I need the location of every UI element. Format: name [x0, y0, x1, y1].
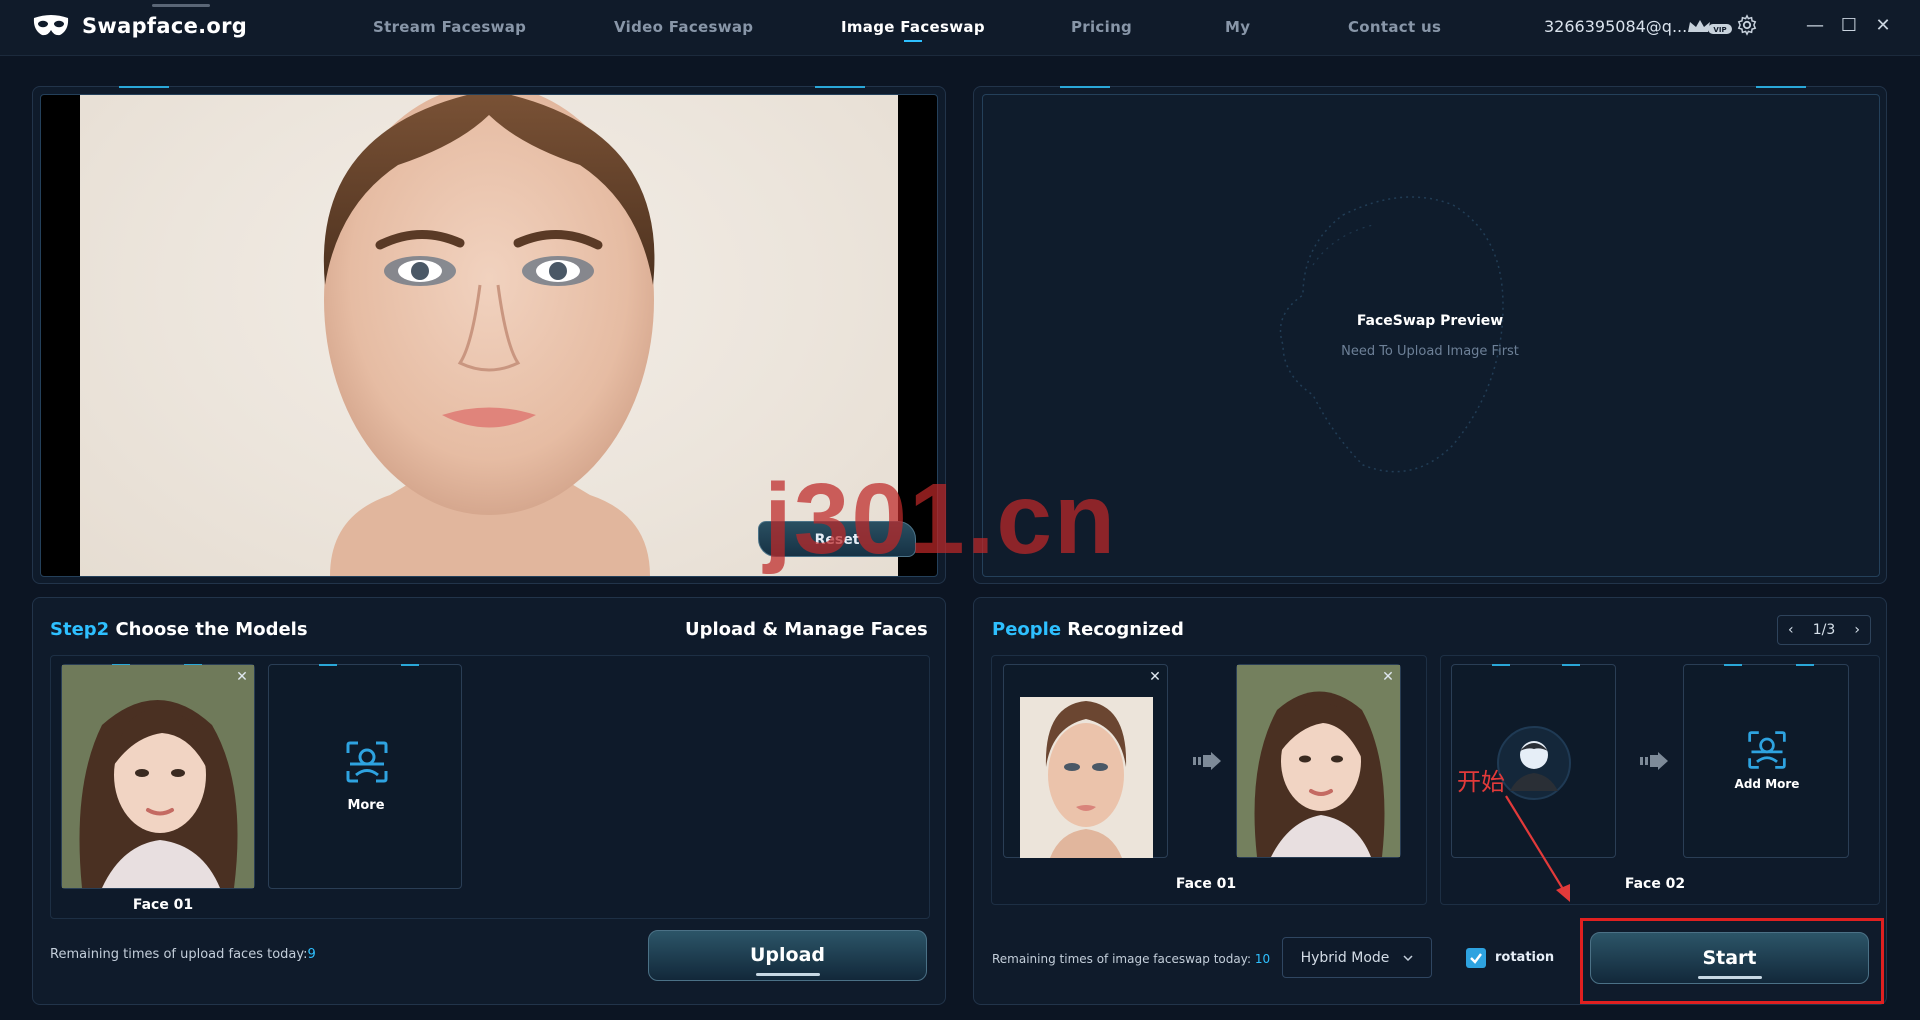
arrow-right-icon — [1193, 752, 1221, 770]
panel-accent — [119, 86, 169, 88]
upload-manage-faces-title[interactable]: Upload & Manage Faces — [685, 619, 928, 640]
remaining-faceswap-prefix: Remaining times of image faceswap today: — [992, 952, 1255, 966]
add-more-label: Add More — [1734, 777, 1800, 791]
annotation-arrow-icon — [1505, 795, 1570, 902]
people-title-highlight: People — [992, 619, 1062, 640]
face-outline-graphic — [1279, 196, 1504, 473]
nav-my[interactable]: My — [1225, 18, 1250, 36]
mode-select[interactable]: Hybrid Mode — [1282, 937, 1432, 978]
people-pager: ‹ 1/3 › — [1777, 615, 1871, 645]
rotation-checkbox[interactable] — [1466, 948, 1486, 968]
checkmark-icon — [1470, 953, 1482, 964]
target-face-card[interactable]: ✕ — [1236, 664, 1401, 858]
model-face-image — [62, 665, 254, 888]
nav-contact-us[interactable]: Contact us — [1348, 18, 1441, 36]
app-title: Swapface.org — [82, 14, 248, 38]
pager-prev-button[interactable]: ‹ — [1788, 622, 1794, 638]
card-accent — [319, 664, 337, 666]
start-highlight-box — [1580, 918, 1884, 1004]
mode-select-value: Hybrid Mode — [1300, 949, 1390, 966]
recognized-face-image — [1020, 697, 1153, 858]
card-accent — [1724, 664, 1742, 666]
remaining-upload-text: Remaining times of upload faces today:9 — [50, 947, 316, 962]
loading-indicator — [152, 4, 210, 7]
people-section-title: People Recognized — [992, 619, 1184, 640]
remaining-faceswap-count: 10 — [1254, 952, 1271, 966]
maximize-button[interactable]: ☐ — [1837, 14, 1861, 38]
close-button[interactable]: ✕ — [1871, 14, 1895, 38]
nav-video-faceswap[interactable]: Video Faceswap — [614, 18, 753, 36]
remaining-upload-count: 9 — [307, 947, 316, 962]
pager-text: 1/3 — [1812, 622, 1836, 638]
remaining-faceswap-text: Remaining times of image faceswap today:… — [992, 952, 1270, 966]
more-label: More — [347, 798, 385, 813]
button-underline — [755, 973, 820, 976]
account-email[interactable]: 3266395084@q... — [1544, 17, 1687, 36]
card-accent — [1796, 664, 1814, 666]
nav-stream-faceswap[interactable]: Stream Faceswap — [373, 18, 526, 36]
recognized-face-card[interactable]: ✕ — [1003, 664, 1168, 858]
models-title-rest: Choose the Models — [109, 619, 308, 640]
app-logo[interactable]: Swapface.org — [32, 14, 247, 38]
more-models-card[interactable]: More — [268, 664, 462, 889]
remove-target-face-button[interactable]: ✕ — [1380, 669, 1396, 685]
remove-recognized-face-button[interactable]: ✕ — [1147, 669, 1163, 685]
pager-next-button[interactable]: › — [1854, 622, 1860, 638]
minimize-button[interactable]: — — [1803, 14, 1827, 38]
pair-2-label: Face 02 — [1624, 876, 1686, 892]
arrow-right-icon — [1640, 752, 1668, 770]
gear-icon[interactable] — [1736, 14, 1758, 36]
vip-badge-text: VIP — [1713, 26, 1726, 34]
model-card-face-01[interactable]: ✕ — [61, 664, 255, 889]
upload-label: Upload — [749, 944, 826, 966]
panel-accent — [815, 86, 865, 88]
pair-1-label: Face 01 — [1175, 876, 1237, 892]
watermark-text: j301.cn — [764, 463, 1118, 575]
card-accent — [1562, 664, 1580, 666]
chevron-down-icon — [1403, 954, 1413, 961]
remaining-upload-prefix: Remaining times of upload faces today: — [50, 947, 308, 962]
upload-button[interactable]: Upload — [648, 930, 927, 981]
target-face-image — [1237, 665, 1400, 857]
face-scan-icon — [1748, 731, 1786, 769]
nav-pricing[interactable]: Pricing — [1071, 18, 1132, 36]
card-accent — [1492, 664, 1510, 666]
preview-title: FaceSwap Preview — [1356, 313, 1504, 329]
models-title-highlight: Step2 — [50, 619, 110, 640]
panel-accent — [1060, 86, 1110, 88]
nav-image-faceswap[interactable]: Image Faceswap — [841, 18, 985, 36]
panel-accent — [1756, 86, 1806, 88]
app-window: Swapface.org Stream Faceswap Video Faces… — [0, 0, 1920, 1020]
people-title-rest: Recognized — [1061, 619, 1184, 640]
face-scan-icon — [346, 741, 388, 783]
add-more-card[interactable]: Add More — [1683, 664, 1849, 858]
preview-subtitle: Need To Upload Image First — [1341, 344, 1519, 359]
title-bar: Swapface.org Stream Faceswap Video Faces… — [0, 0, 1920, 56]
model-card-label: Face 01 — [132, 897, 194, 913]
mask-logo-icon — [33, 15, 69, 36]
start-annotation-text: 开始 — [1457, 768, 1505, 796]
vip-crown-icon: VIP — [1688, 20, 1732, 34]
card-accent — [401, 664, 419, 666]
remove-model-button[interactable]: ✕ — [234, 669, 250, 685]
rotation-label[interactable]: rotation — [1495, 950, 1554, 965]
models-section-title: Step2 Choose the Models — [50, 619, 308, 640]
